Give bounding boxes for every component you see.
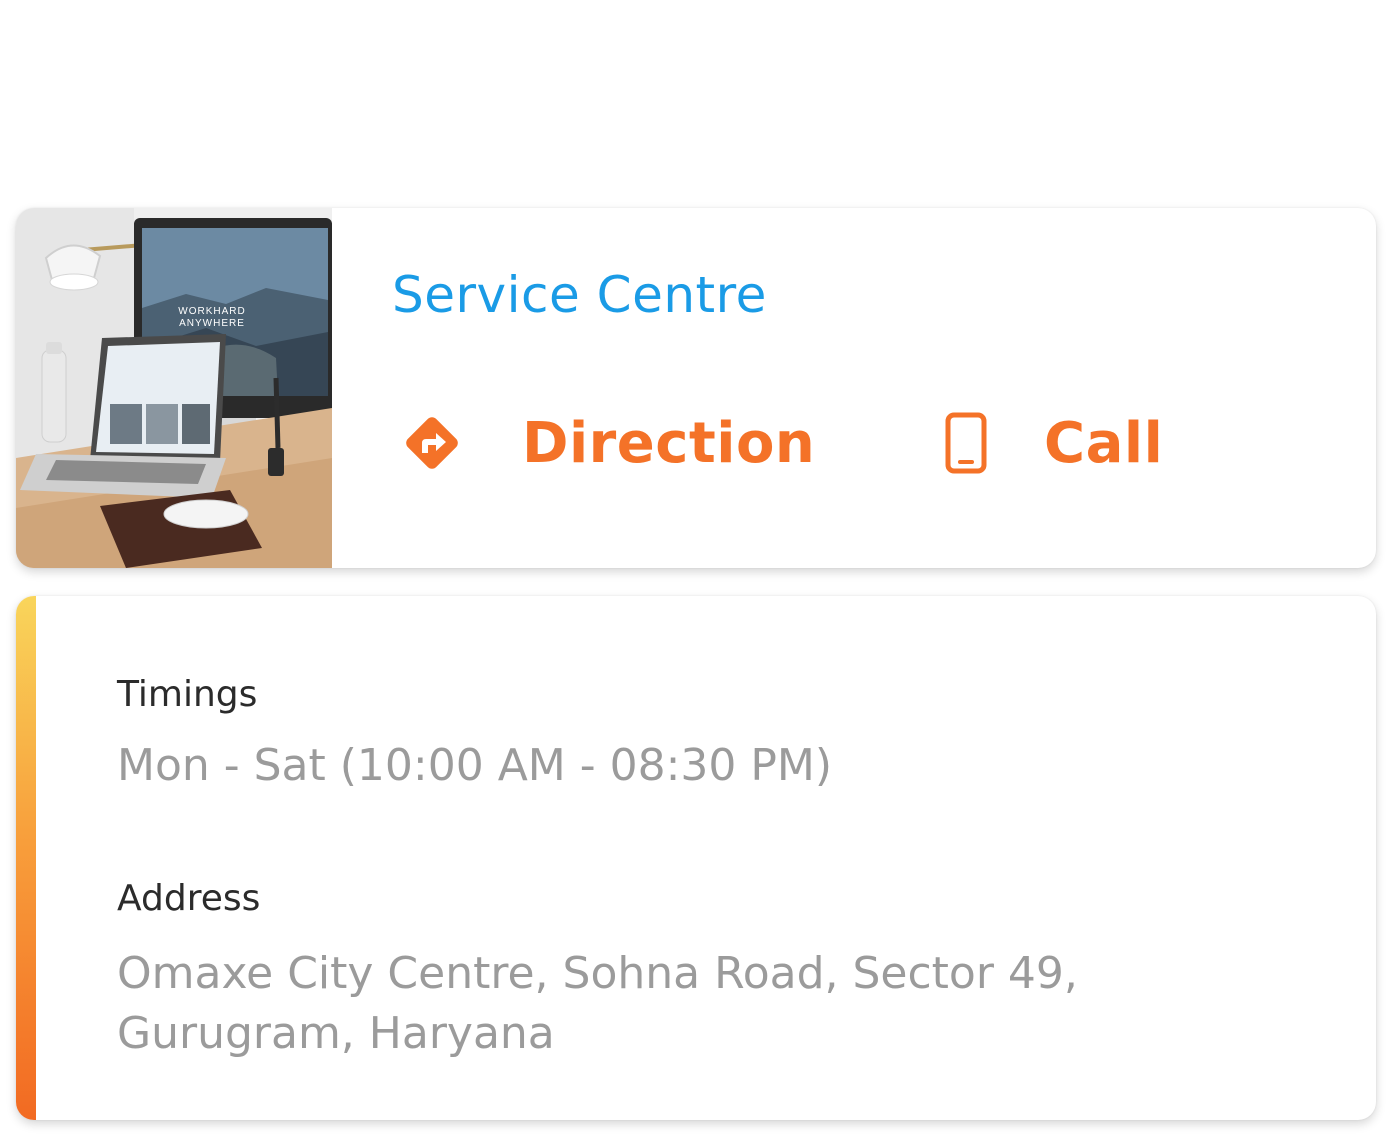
- call-button[interactable]: Call: [934, 403, 1163, 483]
- call-label: Call: [1044, 410, 1164, 476]
- monitor-text-2: ANYWHERE: [179, 318, 245, 329]
- service-centre-card: WORKHARD ANYWHERE Service Centre Directi…: [16, 208, 1376, 568]
- direction-button[interactable]: Direction: [400, 403, 815, 483]
- timings-heading: Timings: [117, 674, 258, 715]
- direction-label: Direction: [522, 410, 816, 476]
- info-card: Timings Mon - Sat (10:00 AM - 08:30 PM) …: [16, 596, 1376, 1120]
- directions-icon: [400, 411, 464, 475]
- card-title: Service Centre: [392, 266, 767, 324]
- phone-icon: [934, 411, 998, 475]
- address-heading: Address: [117, 878, 261, 919]
- timings-value: Mon - Sat (10:00 AM - 08:30 PM): [117, 740, 833, 791]
- accent-bar: [16, 596, 36, 1120]
- service-centre-photo: WORKHARD ANYWHERE: [16, 208, 332, 568]
- monitor-text-1: WORKHARD: [178, 306, 245, 317]
- address-value: Omaxe City Centre, Sohna Road, Sector 49…: [117, 948, 1078, 1059]
